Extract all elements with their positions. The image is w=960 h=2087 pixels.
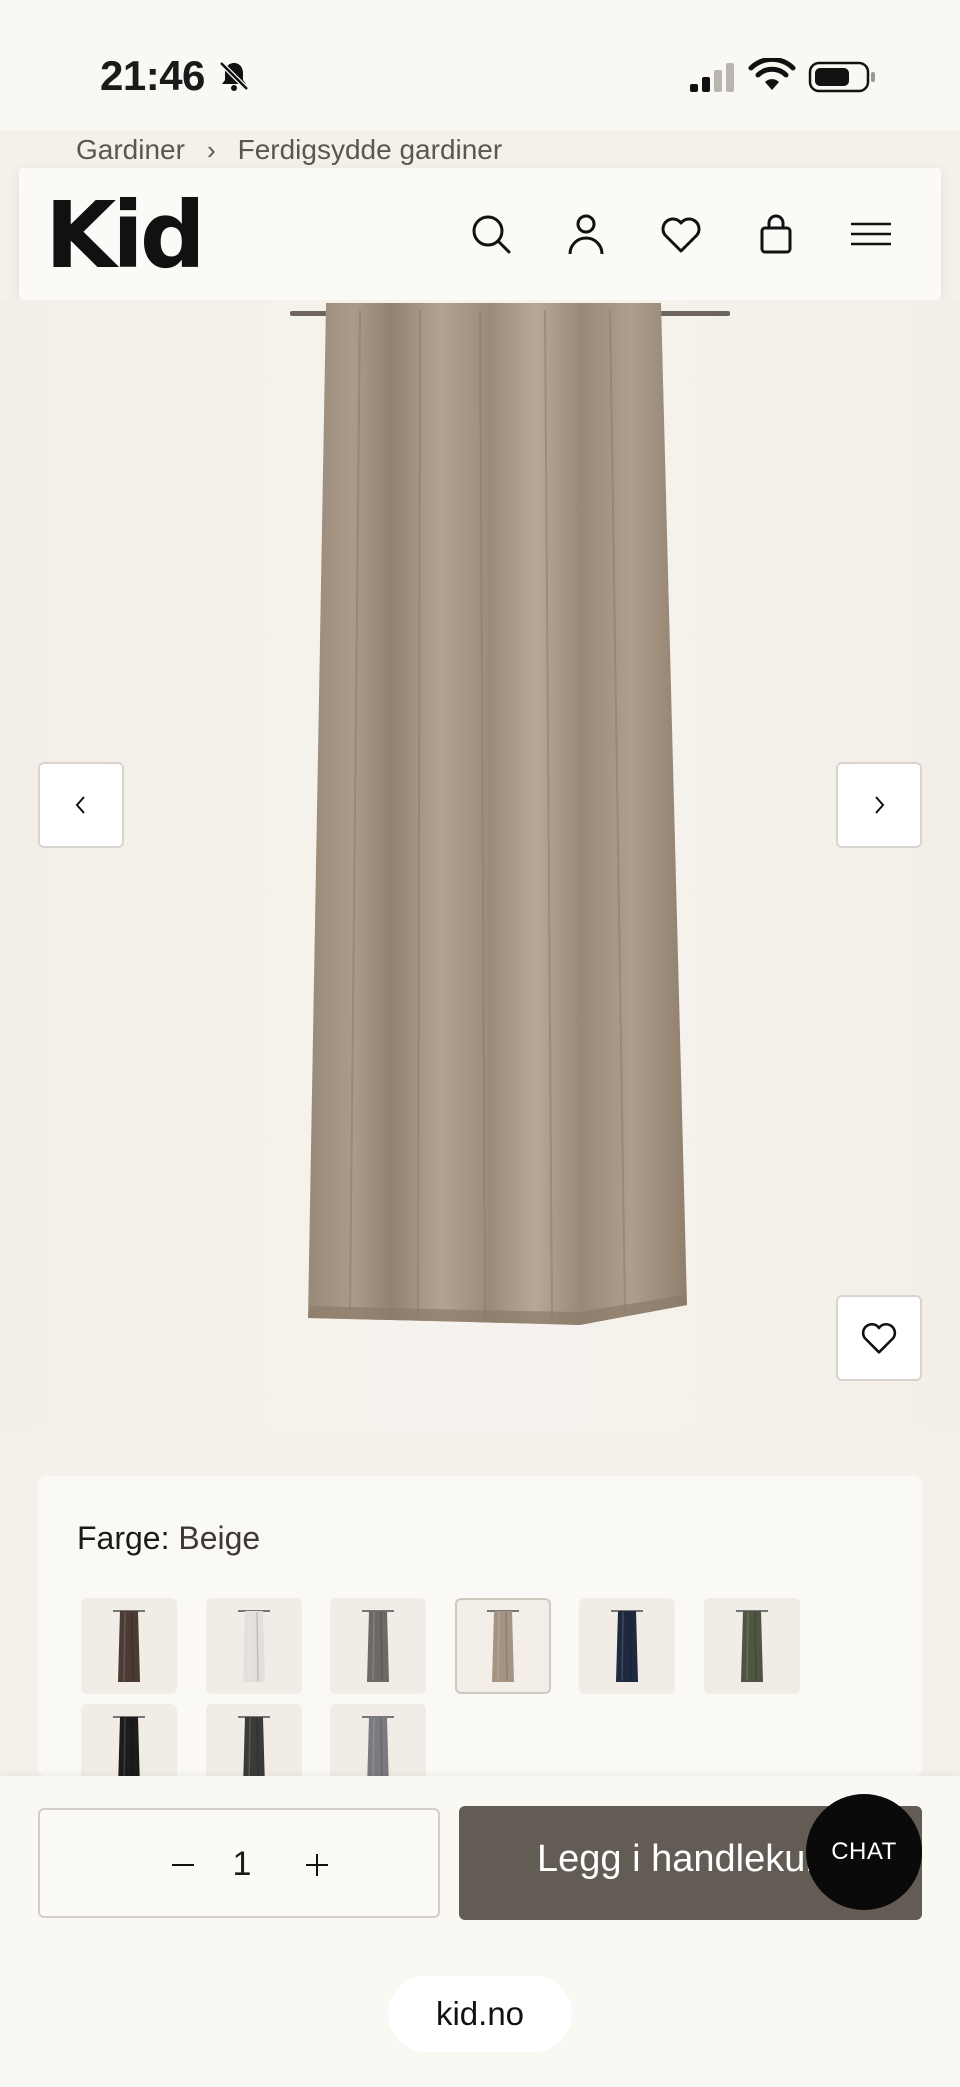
- site-header: Kid: [19, 168, 941, 300]
- search-icon[interactable]: [467, 210, 515, 258]
- menu-icon[interactable]: [847, 210, 895, 258]
- status-time: 21:46: [100, 52, 205, 99]
- product-gallery: [0, 300, 960, 1430]
- curtain-thumbnail-icon: [113, 1610, 145, 1682]
- plus-icon: [306, 1854, 328, 1876]
- curtain-thumbnail-icon: [611, 1610, 643, 1682]
- color-swatch[interactable]: [454, 1598, 551, 1694]
- chevron-right-icon: [875, 796, 885, 814]
- quantity-increase-button[interactable]: [292, 1840, 342, 1890]
- account-icon[interactable]: [562, 210, 610, 258]
- breadcrumb: Gardiner › Ferdigsydde gardiner: [76, 130, 502, 170]
- curtain-thumbnail-icon: [486, 1610, 519, 1682]
- curtain-thumbnail-icon: [362, 1610, 394, 1682]
- heart-icon: [861, 1323, 897, 1354]
- browser-url-pill[interactable]: kid.no: [388, 1976, 572, 2052]
- breadcrumb-separator: ›: [206, 134, 216, 165]
- chat-button[interactable]: CHAT: [806, 1794, 922, 1910]
- quantity-decrease-button[interactable]: [158, 1840, 208, 1890]
- wifi-icon: [748, 56, 796, 94]
- color-swatch[interactable]: [330, 1598, 426, 1694]
- chevron-left-icon: [75, 796, 85, 814]
- minus-icon: [172, 1864, 194, 1866]
- breadcrumb-ferdigsydde-gardiner[interactable]: Ferdigsydde gardiner: [238, 134, 503, 166]
- color-selected-value: Beige: [178, 1520, 261, 1556]
- status-bar: 21:46: [0, 0, 960, 130]
- color-label-key: Farge:: [77, 1520, 170, 1556]
- battery-icon: [808, 60, 878, 94]
- gallery-prev-button[interactable]: [38, 762, 124, 848]
- wishlist-heart-icon[interactable]: [657, 210, 705, 258]
- color-swatch[interactable]: [81, 1598, 177, 1694]
- color-label: Farge: Beige: [77, 1520, 260, 1557]
- color-swatch[interactable]: [205, 1598, 302, 1694]
- kid-logo[interactable]: Kid: [45, 182, 206, 289]
- favorite-button[interactable]: [836, 1295, 922, 1381]
- quantity-value[interactable]: 1: [220, 1842, 264, 1886]
- curtain-thumbnail-icon: [735, 1610, 768, 1682]
- quantity-stepper: 1: [38, 1808, 440, 1918]
- cellular-signal-icon: [688, 62, 736, 94]
- bell-slash-icon: [216, 58, 252, 94]
- color-picker: Farge: Beige: [38, 1476, 922, 1800]
- gallery-next-button[interactable]: [836, 762, 922, 848]
- add-to-cart-label: Legg i handlekurv: [537, 1838, 837, 1880]
- color-swatch[interactable]: [579, 1598, 675, 1694]
- curtain-thumbnail-icon: [237, 1610, 270, 1682]
- breadcrumb-gardiner[interactable]: Gardiner: [76, 134, 185, 166]
- color-swatch[interactable]: [703, 1598, 800, 1694]
- add-to-cart-bar: 1 Legg i handlekurv CHAT kid.no: [0, 1776, 960, 2087]
- shopping-bag-icon[interactable]: [752, 210, 800, 258]
- product-image: [290, 303, 730, 1325]
